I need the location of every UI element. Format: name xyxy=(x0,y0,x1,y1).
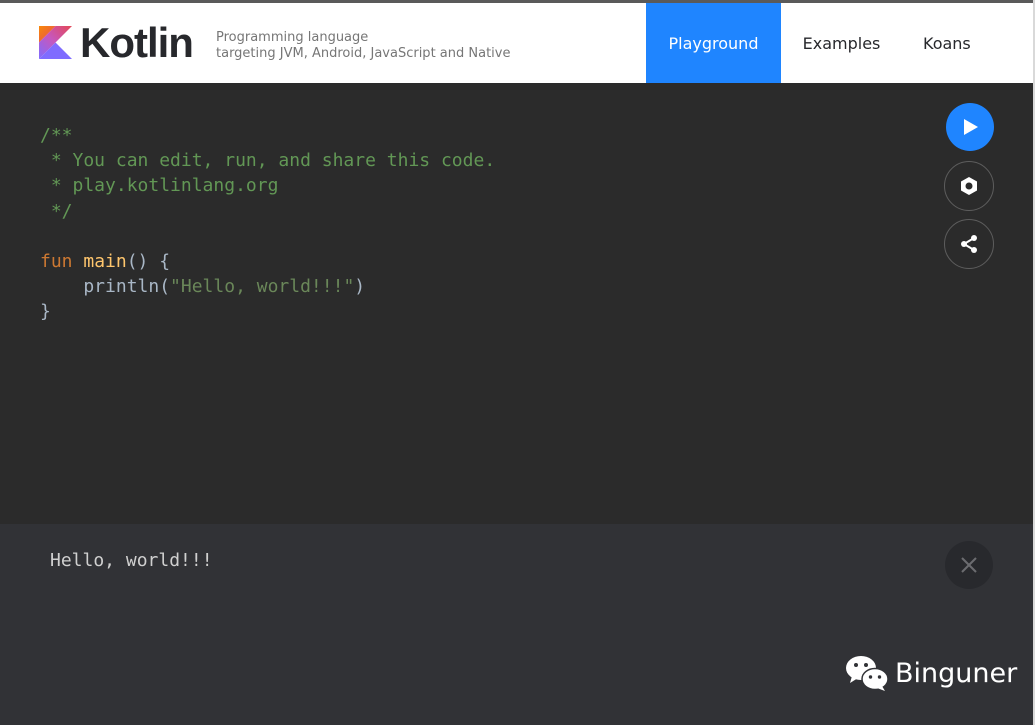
output-panel: Hello, world!!! Binguner xyxy=(0,524,1033,725)
code-line[interactable]: /** xyxy=(40,123,495,148)
settings-button[interactable] xyxy=(944,161,994,211)
code-token-kw: fun xyxy=(40,250,73,272)
code-line[interactable]: * You can edit, run, and share this code… xyxy=(40,148,495,173)
code-token-plain: println( xyxy=(40,276,171,298)
site-header: Kotlin Programming language targeting JV… xyxy=(0,3,1033,83)
output-text: Hello, world!!! xyxy=(50,550,213,571)
nav-koans[interactable]: Koans xyxy=(902,3,994,83)
code-token-plain: } xyxy=(40,301,51,323)
code-line[interactable]: fun main() { xyxy=(40,249,495,274)
hexagon-settings-icon xyxy=(961,177,977,195)
watermark-text: Binguner xyxy=(895,657,1018,689)
close-icon xyxy=(961,557,977,573)
run-button[interactable] xyxy=(946,103,994,151)
main-nav: Playground Examples Koans xyxy=(646,3,994,83)
code-line[interactable]: println("Hello, world!!!") xyxy=(40,274,495,299)
code-editor[interactable]: /** * You can edit, run, and share this … xyxy=(0,83,1033,524)
code-token-comment: */ xyxy=(40,200,73,222)
watermark: Binguner xyxy=(845,654,1017,692)
tagline-line-1: Programming language xyxy=(216,30,369,45)
play-icon xyxy=(964,119,978,135)
code-line[interactable]: * play.kotlinlang.org xyxy=(40,173,495,198)
code-token-comment: * You can edit, run, and share this code… xyxy=(40,150,496,172)
code-token-plain: ) xyxy=(354,276,366,298)
site-tagline: Programming language targeting JVM, Andr… xyxy=(216,30,510,62)
share-button[interactable] xyxy=(944,219,994,269)
kotlin-logo-icon xyxy=(39,26,72,59)
code-token-fn: main xyxy=(83,250,127,272)
code-line[interactable] xyxy=(40,224,495,249)
logo-wordmark: Kotlin xyxy=(80,19,194,66)
code-line[interactable]: */ xyxy=(40,199,495,224)
wechat-icon xyxy=(846,656,889,691)
nav-examples[interactable]: Examples xyxy=(781,3,902,83)
nav-playground[interactable]: Playground xyxy=(646,3,781,83)
code-area[interactable]: /** * You can edit, run, and share this … xyxy=(40,123,495,325)
close-output-button[interactable] xyxy=(945,541,993,589)
kotlin-logo[interactable]: Kotlin xyxy=(39,19,194,66)
code-token-comment: * play.kotlinlang.org xyxy=(40,175,279,197)
tagline-line-2: targeting JVM, Android, JavaScript and N… xyxy=(216,46,511,61)
code-line[interactable]: } xyxy=(40,299,495,324)
code-token-comment: /** xyxy=(40,125,73,146)
code-token-str: "Hello, world!!!" xyxy=(170,276,355,298)
code-token-plain: () { xyxy=(126,250,171,272)
share-icon xyxy=(961,235,977,253)
